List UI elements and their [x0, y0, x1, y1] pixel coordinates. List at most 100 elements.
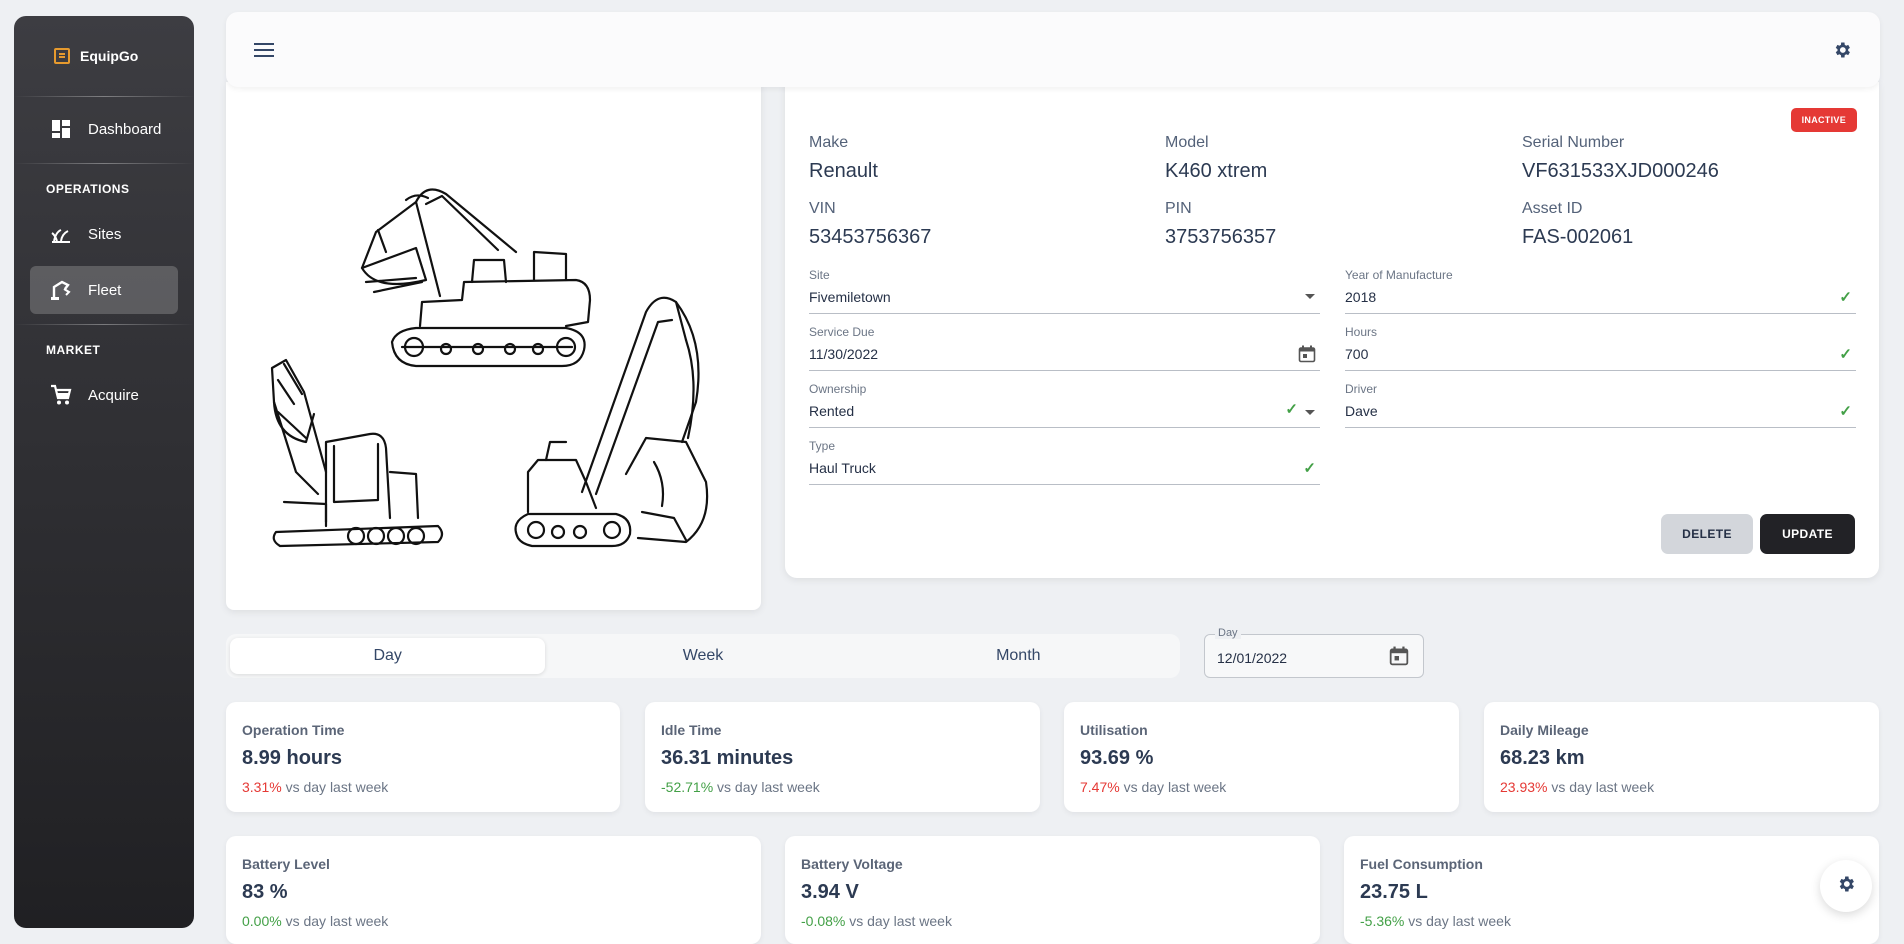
floating-settings-button[interactable] — [1820, 860, 1872, 912]
brand[interactable]: EquipGo — [14, 16, 194, 96]
sidebar-item-label: Sites — [88, 225, 122, 243]
stat-card-utilisation: Utilisation 93.69 % 7.47% vs day last we… — [1064, 702, 1459, 812]
sidebar-item-label: Fleet — [88, 281, 122, 299]
spec-value: K460 xtrem — [1165, 160, 1268, 182]
field-label: Year of Manufacture — [1345, 268, 1453, 282]
stat-change-percent: -52.71% — [661, 779, 714, 795]
excavator-right-image — [514, 296, 709, 548]
spec-vin: VIN 53453756367 — [809, 200, 931, 249]
section-title-operations: OPERATIONS — [46, 182, 130, 196]
stat-title: Utilisation — [1080, 722, 1148, 738]
brand-name: EquipGo — [80, 48, 139, 64]
spec-value: VF631533XJD000246 — [1522, 160, 1719, 182]
hours-field[interactable]: Hours 700 ✓ — [1345, 325, 1856, 371]
stat-card-idle-time: Idle Time 36.31 minutes -52.71% vs day l… — [645, 702, 1040, 812]
stat-change-percent: 3.31% — [242, 779, 282, 795]
stat-change: -5.36% vs day last week — [1360, 913, 1863, 929]
sidebar-item-fleet[interactable]: Fleet — [30, 266, 178, 314]
menu-icon[interactable] — [250, 36, 278, 64]
stat-value: 83 % — [242, 881, 288, 903]
excavator-illustration — [270, 188, 709, 548]
spec-value: FAS-002061 — [1522, 226, 1634, 248]
update-button[interactable]: UPDATE — [1760, 514, 1855, 554]
field-value: Rented — [809, 403, 855, 419]
spec-label: PIN — [1165, 200, 1192, 217]
stat-title: Battery Voltage — [801, 856, 903, 872]
stat-value: 36.31 minutes — [661, 747, 794, 769]
date-value: 12/01/2022 — [1217, 650, 1288, 666]
field-label: Hours — [1345, 325, 1378, 339]
field-value: Dave — [1345, 403, 1378, 419]
top-navbar — [226, 12, 1880, 87]
spec-value: 53453756367 — [809, 226, 932, 248]
stat-value: 93.69 % — [1080, 747, 1154, 769]
cart-icon — [50, 384, 72, 406]
tab-day[interactable]: Day — [230, 638, 546, 674]
equipment-image-card — [226, 82, 761, 610]
stat-change-percent: 7.47% — [1080, 779, 1120, 795]
date-label: Day — [1215, 627, 1241, 639]
chevron-down-icon[interactable] — [1304, 288, 1316, 306]
check-icon: ✓ — [1285, 401, 1298, 418]
tab-week[interactable]: Week — [545, 638, 860, 674]
field-label: Driver — [1345, 382, 1377, 396]
check-icon: ✓ — [1839, 346, 1852, 363]
spec-value: Renault — [809, 160, 878, 182]
brand-logo-icon — [54, 48, 70, 64]
field-label: Type — [809, 439, 836, 453]
spec-label: VIN — [809, 200, 836, 217]
stat-change-suffix: vs day last week — [1123, 779, 1227, 795]
stat-change-percent: 23.93% — [1500, 779, 1548, 795]
stat-value: 68.23 km — [1500, 747, 1585, 769]
stat-change: -52.71% vs day last week — [661, 779, 1024, 795]
section-title-market: MARKET — [46, 343, 101, 357]
stat-change-percent: 0.00% — [242, 913, 282, 929]
sidebar-item-label: Acquire — [88, 386, 139, 404]
sidebar-item-acquire[interactable]: Acquire — [30, 371, 178, 419]
spec-label: Asset ID — [1522, 200, 1583, 217]
ownership-select[interactable]: Ownership Rented ✓ — [809, 382, 1320, 428]
stat-change-suffix: vs day last week — [285, 779, 389, 795]
stat-card-fuel-consumption: Fuel Consumption 23.75 L -5.36% vs day l… — [1344, 836, 1879, 944]
settings-gear-icon[interactable] — [1828, 36, 1856, 64]
stat-change-suffix: vs day last week — [1551, 779, 1655, 795]
divider — [14, 96, 194, 97]
field-value: 11/30/2022 — [809, 346, 879, 362]
dashboard-icon — [50, 118, 72, 140]
spec-make: Make Renault — [809, 134, 878, 183]
day-date-picker[interactable]: Day 12/01/2022 — [1204, 627, 1424, 678]
spec-model: Model K460 xtrem — [1165, 134, 1267, 183]
spec-pin: PIN 3753756357 — [1165, 200, 1276, 249]
status-badge: INACTIVE — [1790, 108, 1857, 132]
field-label: Ownership — [809, 382, 867, 396]
driver-field[interactable]: Driver Dave ✓ — [1345, 382, 1856, 428]
sidebar-item-dashboard[interactable]: Dashboard — [30, 105, 178, 153]
stat-change-percent: -0.08% — [801, 913, 846, 929]
calendar-icon[interactable] — [1298, 345, 1316, 368]
chevron-down-icon[interactable] — [1304, 404, 1316, 422]
field-value: Haul Truck — [809, 460, 876, 476]
excavator-left-image — [270, 358, 444, 548]
service-due-field[interactable]: Service Due 11/30/2022 — [809, 325, 1320, 371]
delete-button[interactable]: DELETE — [1661, 514, 1753, 554]
period-tabs: Day Week Month — [226, 634, 1180, 678]
stat-title: Battery Level — [242, 856, 330, 872]
stat-value: 8.99 hours — [242, 747, 343, 769]
stat-card-battery-level: Battery Level 83 % 0.00% vs day last wee… — [226, 836, 761, 944]
year-of-manufacture-field[interactable]: Year of Manufacture 2018 ✓ — [1345, 268, 1856, 314]
field-label: Service Due — [809, 325, 875, 339]
sidebar-item-label: Dashboard — [88, 120, 162, 138]
check-icon: ✓ — [1839, 289, 1852, 306]
spec-label: Serial Number — [1522, 134, 1625, 151]
spec-label: Make — [809, 134, 849, 151]
check-icon: ✓ — [1839, 403, 1852, 420]
type-field[interactable]: Type Haul Truck ✓ — [809, 439, 1320, 485]
site-select[interactable]: Site Fivemiletown — [809, 268, 1320, 314]
sidebar-item-sites[interactable]: Sites — [30, 210, 178, 258]
calendar-icon[interactable] — [1389, 646, 1409, 671]
sites-icon — [50, 223, 72, 245]
tab-month[interactable]: Month — [861, 638, 1176, 674]
stat-change: -0.08% vs day last week — [801, 913, 1304, 929]
field-value: 700 — [1345, 346, 1369, 362]
spec-asset-id: Asset ID FAS-002061 — [1522, 200, 1633, 249]
